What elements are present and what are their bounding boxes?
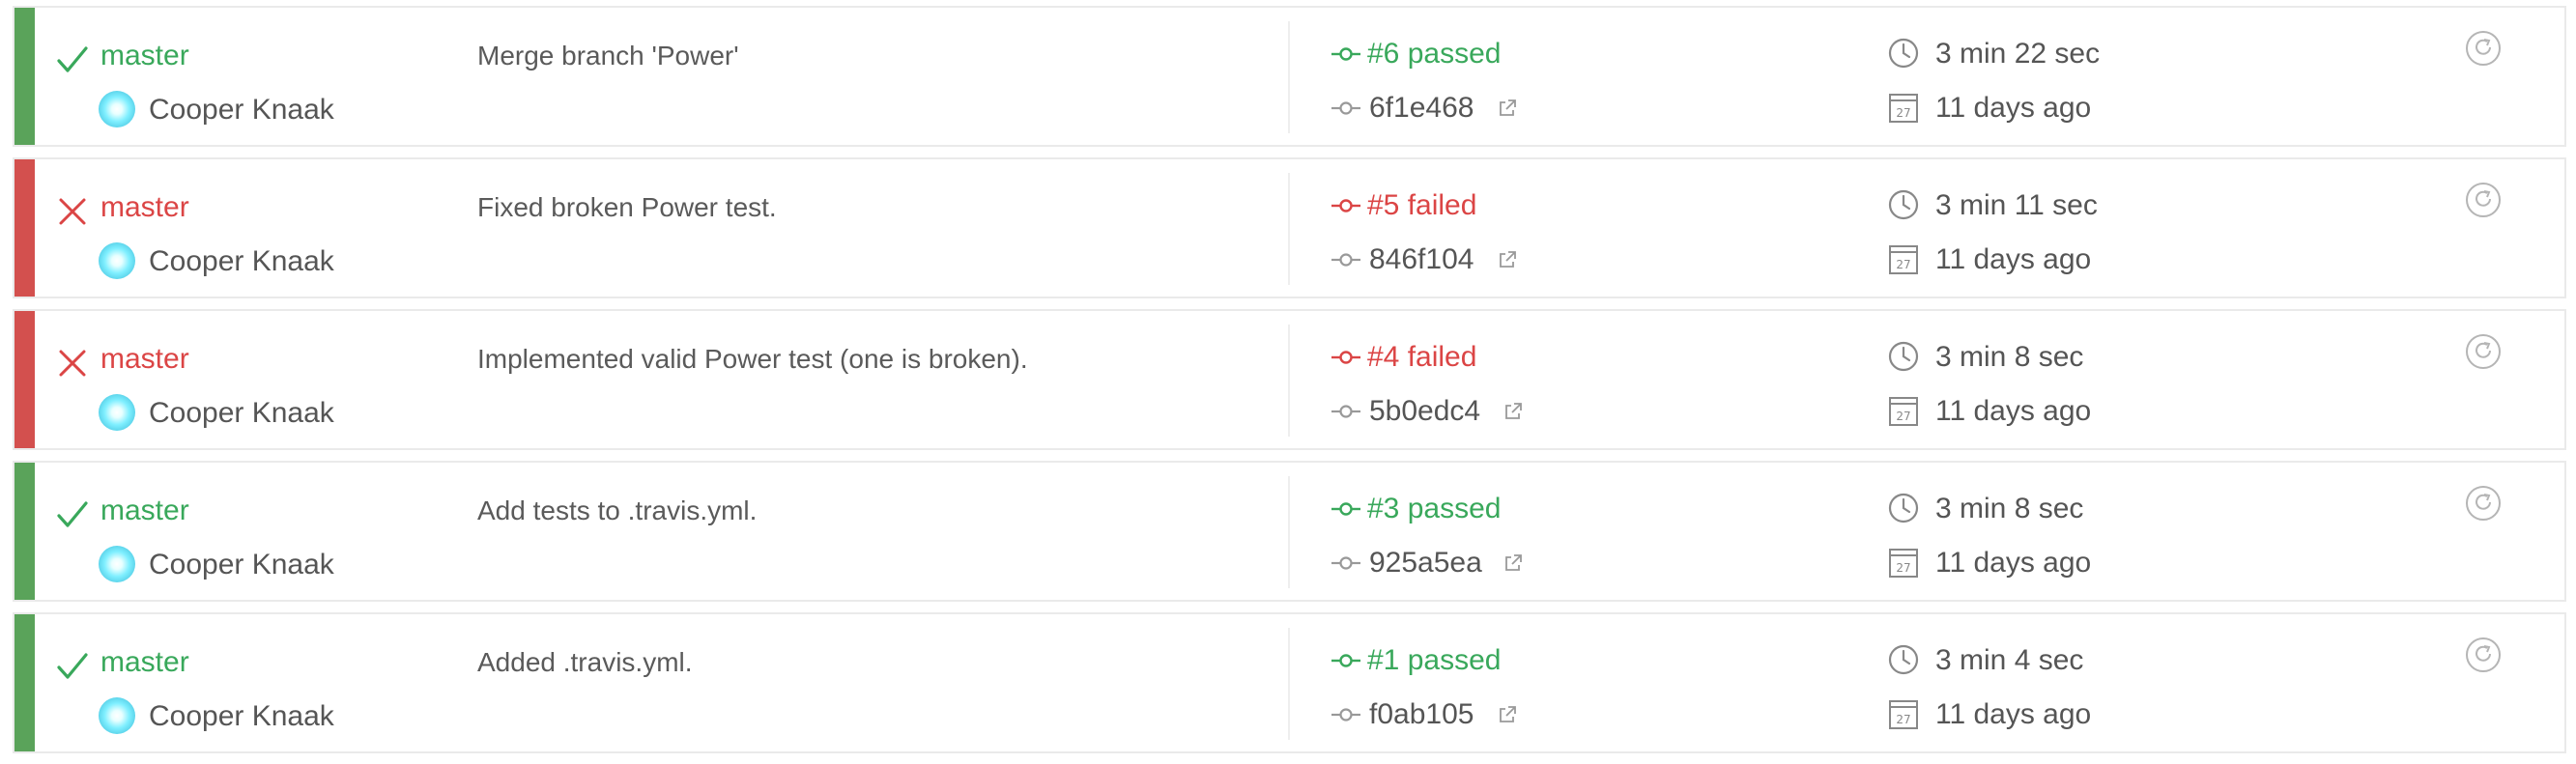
status-bar (14, 311, 35, 448)
branch-link[interactable]: master (100, 490, 189, 532)
build-commit-icon (1331, 199, 1360, 212)
build-finished-time: 11 days ago (1935, 243, 2092, 275)
branch-link[interactable]: master (100, 641, 189, 684)
check-icon (57, 653, 88, 679)
build-duration: 3 min 11 sec (1935, 189, 2098, 221)
check-icon (57, 46, 88, 72)
avatar (99, 91, 135, 127)
build-duration: 3 min 8 sec (1935, 341, 2084, 373)
cross-icon (59, 198, 86, 225)
build-duration: 3 min 8 sec (1935, 493, 2084, 524)
build-finished-time: 11 days ago (1935, 395, 2092, 427)
clock-icon (1888, 189, 1919, 220)
external-link-icon[interactable] (1503, 553, 1523, 573)
build-number-link[interactable]: #5 failed (1367, 184, 1476, 227)
column-divider (1288, 628, 1290, 740)
commit-icon (1331, 708, 1360, 722)
avatar (99, 697, 135, 734)
build-row[interactable]: master Cooper Knaak Fixed broken Power t… (13, 157, 2566, 298)
build-finished-time: 11 days ago (1935, 698, 2092, 730)
build-finished-time: 11 days ago (1935, 92, 2092, 124)
column-divider (1288, 325, 1290, 437)
calendar-icon: 27 (1889, 397, 1918, 426)
status-bar (14, 8, 35, 145)
column-divider (1288, 21, 1290, 133)
calendar-icon: 27 (1889, 549, 1918, 578)
branch-link[interactable]: master (100, 338, 189, 381)
avatar (99, 546, 135, 582)
commit-message: Implemented valid Power test (one is bro… (477, 344, 1028, 374)
svg-text:27: 27 (1896, 410, 1910, 423)
branch-link[interactable]: master (100, 35, 189, 77)
commit-author: Cooper Knaak (149, 549, 334, 580)
commit-sha-link[interactable]: 925a5ea (1369, 542, 1482, 584)
commit-author: Cooper Knaak (149, 245, 334, 277)
clock-icon (1888, 493, 1919, 523)
build-row[interactable]: master Cooper Knaak Merge branch 'Power'… (13, 6, 2566, 147)
build-number-link[interactable]: #3 passed (1367, 488, 1501, 530)
status-bar (14, 159, 35, 297)
calendar-icon: 27 (1889, 700, 1918, 729)
build-number-link[interactable]: #6 passed (1367, 33, 1501, 75)
build-history-list: master Cooper Knaak Merge branch 'Power'… (13, 6, 2566, 764)
restart-build-icon[interactable] (2464, 484, 2503, 523)
column-divider (1288, 173, 1290, 285)
build-finished-time: 11 days ago (1935, 547, 2092, 579)
external-link-icon[interactable] (1498, 99, 1517, 118)
restart-build-icon[interactable] (2464, 29, 2503, 68)
commit-sha-link[interactable]: f0ab105 (1369, 693, 1474, 736)
build-commit-icon (1331, 654, 1360, 667)
svg-text:27: 27 (1896, 106, 1910, 120)
commit-author: Cooper Knaak (149, 700, 334, 732)
build-commit-icon (1331, 502, 1360, 516)
column-divider (1288, 476, 1290, 588)
commit-sha-link[interactable]: 5b0edc4 (1369, 390, 1480, 433)
build-row[interactable]: master Cooper Knaak Added .travis.yml. #… (13, 612, 2566, 753)
commit-icon (1331, 101, 1360, 115)
avatar (99, 242, 135, 279)
svg-text:27: 27 (1896, 258, 1910, 271)
external-link-icon[interactable] (1498, 250, 1517, 269)
restart-build-icon[interactable] (2464, 332, 2503, 371)
build-commit-icon (1331, 47, 1360, 61)
status-bar (14, 463, 35, 600)
commit-message: Added .travis.yml. (477, 647, 693, 677)
build-number-link[interactable]: #4 failed (1367, 336, 1476, 379)
commit-message: Merge branch 'Power' (477, 41, 739, 71)
clock-icon (1888, 341, 1919, 372)
external-link-icon[interactable] (1498, 705, 1517, 724)
clock-icon (1888, 644, 1919, 675)
clock-icon (1888, 38, 1919, 69)
svg-text:27: 27 (1896, 713, 1910, 726)
avatar (99, 394, 135, 431)
commit-sha-link[interactable]: 6f1e468 (1369, 87, 1474, 129)
svg-text:27: 27 (1896, 561, 1910, 575)
build-row[interactable]: master Cooper Knaak Add tests to .travis… (13, 461, 2566, 602)
commit-message: Fixed broken Power test. (477, 192, 777, 222)
build-duration: 3 min 4 sec (1935, 644, 2084, 676)
commit-message: Add tests to .travis.yml. (477, 495, 758, 525)
restart-build-icon[interactable] (2464, 636, 2503, 674)
cross-icon (59, 350, 86, 377)
build-commit-icon (1331, 351, 1360, 364)
commit-author: Cooper Knaak (149, 94, 334, 126)
check-icon (57, 501, 88, 527)
commit-sha-link[interactable]: 846f104 (1369, 239, 1474, 281)
build-row[interactable]: master Cooper Knaak Implemented valid Po… (13, 309, 2566, 450)
restart-build-icon[interactable] (2464, 181, 2503, 219)
commit-icon (1331, 405, 1360, 418)
branch-link[interactable]: master (100, 186, 189, 229)
calendar-icon: 27 (1889, 245, 1918, 274)
calendar-icon: 27 (1889, 94, 1918, 123)
commit-icon (1331, 253, 1360, 267)
external-link-icon[interactable] (1503, 402, 1523, 421)
build-number-link[interactable]: #1 passed (1367, 639, 1501, 682)
status-bar (14, 614, 35, 751)
commit-icon (1331, 556, 1360, 570)
build-duration: 3 min 22 sec (1935, 38, 2101, 70)
commit-author: Cooper Knaak (149, 397, 334, 429)
